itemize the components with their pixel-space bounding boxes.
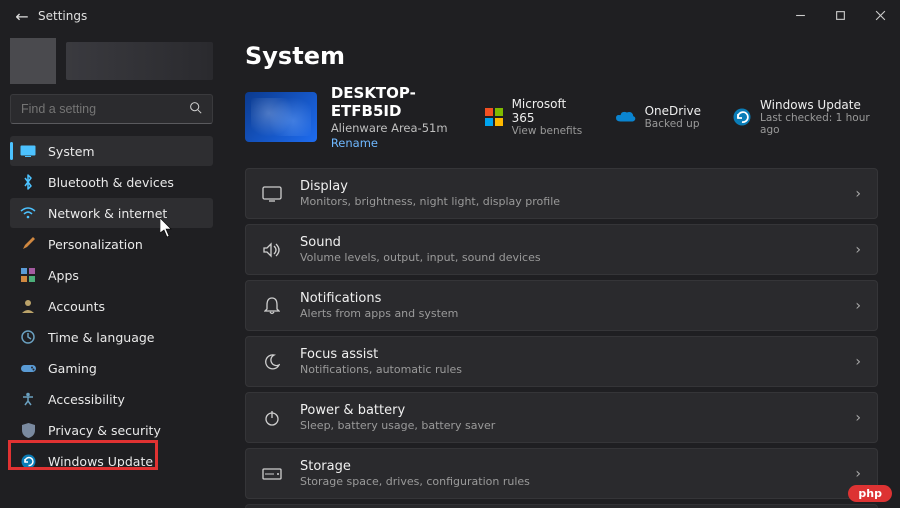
bell-icon xyxy=(262,297,282,315)
status-onedrive[interactable]: OneDrive Backed up xyxy=(616,104,701,130)
sidebar-item-label: Windows Update xyxy=(48,454,153,469)
sidebar-item-windows-update[interactable]: Windows Update xyxy=(10,446,213,476)
update-icon xyxy=(733,107,751,127)
sidebar-item-label: System xyxy=(48,144,95,159)
sidebar-item-apps[interactable]: Apps xyxy=(10,260,213,290)
search-input[interactable] xyxy=(21,102,181,116)
shield-icon xyxy=(20,422,36,438)
sound-icon xyxy=(262,242,282,258)
device-header: DESKTOP-ETFB5ID Alienware Area-51m Renam… xyxy=(245,84,878,150)
card-notifications[interactable]: Notifications Alerts from apps and syste… xyxy=(245,280,878,331)
status-title: Microsoft 365 xyxy=(512,97,584,125)
user-block[interactable] xyxy=(10,36,213,86)
card-sub: Sleep, battery usage, battery saver xyxy=(300,419,837,432)
sidebar-item-label: Personalization xyxy=(48,237,143,252)
sidebar-item-label: Privacy & security xyxy=(48,423,161,438)
sidebar-item-privacy[interactable]: Privacy & security xyxy=(10,415,213,445)
sidebar-item-label: Time & language xyxy=(48,330,154,345)
wifi-icon xyxy=(20,205,36,221)
chevron-right-icon: › xyxy=(855,354,861,370)
bluetooth-icon xyxy=(20,174,36,190)
sidebar-item-label: Apps xyxy=(48,268,79,283)
sidebar-item-label: Accounts xyxy=(48,299,105,314)
display-icon xyxy=(262,186,282,202)
card-title: Focus assist xyxy=(300,347,837,362)
sidebar-item-label: Gaming xyxy=(48,361,97,376)
rename-link[interactable]: Rename xyxy=(331,136,471,150)
card-sub: Notifications, automatic rules xyxy=(300,363,837,376)
moon-icon xyxy=(262,354,282,370)
sidebar-nav: System Bluetooth & devices Network & int… xyxy=(10,136,213,476)
card-title: Sound xyxy=(300,235,837,250)
update-icon xyxy=(20,453,36,469)
status-title: Windows Update xyxy=(760,98,878,112)
chevron-right-icon: › xyxy=(855,242,861,258)
sidebar-item-accessibility[interactable]: Accessibility xyxy=(10,384,213,414)
status-sub: Last checked: 1 hour ago xyxy=(760,112,878,136)
card-title: Display xyxy=(300,179,837,194)
display-icon xyxy=(20,143,36,159)
card-sound[interactable]: Sound Volume levels, output, input, soun… xyxy=(245,224,878,275)
sidebar-item-label: Accessibility xyxy=(48,392,125,407)
status-title: OneDrive xyxy=(645,104,701,118)
card-sub: Alerts from apps and system xyxy=(300,307,837,320)
card-sub: Monitors, brightness, night light, displ… xyxy=(300,195,837,208)
power-icon xyxy=(262,410,282,426)
chevron-right-icon: › xyxy=(855,410,861,426)
onedrive-icon xyxy=(616,107,636,127)
card-title: Storage xyxy=(300,459,837,474)
card-power[interactable]: Power & battery Sleep, battery usage, ba… xyxy=(245,392,878,443)
page-title: System xyxy=(245,42,878,70)
card-sub: Volume levels, output, input, sound devi… xyxy=(300,251,837,264)
card-display[interactable]: Display Monitors, brightness, night ligh… xyxy=(245,168,878,219)
card-storage[interactable]: Storage Storage space, drives, configura… xyxy=(245,448,878,499)
chevron-right-icon: › xyxy=(855,298,861,314)
status-sub: View benefits xyxy=(512,125,584,137)
sidebar-item-network[interactable]: Network & internet xyxy=(10,198,213,228)
close-button[interactable] xyxy=(860,0,900,30)
chevron-right-icon: › xyxy=(855,186,861,202)
sidebar-item-personalization[interactable]: Personalization xyxy=(10,229,213,259)
status-windows-update[interactable]: Windows Update Last checked: 1 hour ago xyxy=(733,98,878,136)
card-sub: Storage space, drives, configuration rul… xyxy=(300,475,837,488)
sidebar-item-label: Network & internet xyxy=(48,206,167,221)
card-title: Notifications xyxy=(300,291,837,306)
card-focus-assist[interactable]: Focus assist Notifications, automatic ru… xyxy=(245,336,878,387)
back-button[interactable]: ← xyxy=(8,7,36,26)
device-model: Alienware Area-51m xyxy=(331,121,471,135)
card-title: Power & battery xyxy=(300,403,837,418)
clock-icon xyxy=(20,329,36,345)
device-name: DESKTOP-ETFB5ID xyxy=(331,84,471,120)
maximize-button[interactable] xyxy=(820,0,860,30)
sidebar-item-system[interactable]: System xyxy=(10,136,213,166)
status-sub: Backed up xyxy=(645,118,701,130)
sidebar-item-label: Bluetooth & devices xyxy=(48,175,174,190)
user-info-redacted xyxy=(66,42,213,80)
chevron-right-icon: › xyxy=(855,466,861,482)
sidebar-item-gaming[interactable]: Gaming xyxy=(10,353,213,383)
microsoft365-icon xyxy=(485,107,503,127)
sidebar-item-time[interactable]: Time & language xyxy=(10,322,213,352)
window-title: Settings xyxy=(38,9,87,23)
apps-icon xyxy=(20,267,36,283)
search-box[interactable] xyxy=(10,94,213,124)
status-microsoft365[interactable]: Microsoft 365 View benefits xyxy=(485,97,584,137)
card-nearby-sharing[interactable]: Nearby sharing › xyxy=(245,504,878,508)
device-image xyxy=(245,92,317,142)
accessibility-icon xyxy=(20,391,36,407)
minimize-button[interactable] xyxy=(780,0,820,30)
sidebar-item-accounts[interactable]: Accounts xyxy=(10,291,213,321)
avatar xyxy=(10,38,56,84)
search-icon xyxy=(189,101,202,118)
person-icon xyxy=(20,298,36,314)
storage-icon xyxy=(262,468,282,480)
brush-icon xyxy=(20,236,36,252)
gaming-icon xyxy=(20,360,36,376)
sidebar-item-bluetooth[interactable]: Bluetooth & devices xyxy=(10,167,213,197)
